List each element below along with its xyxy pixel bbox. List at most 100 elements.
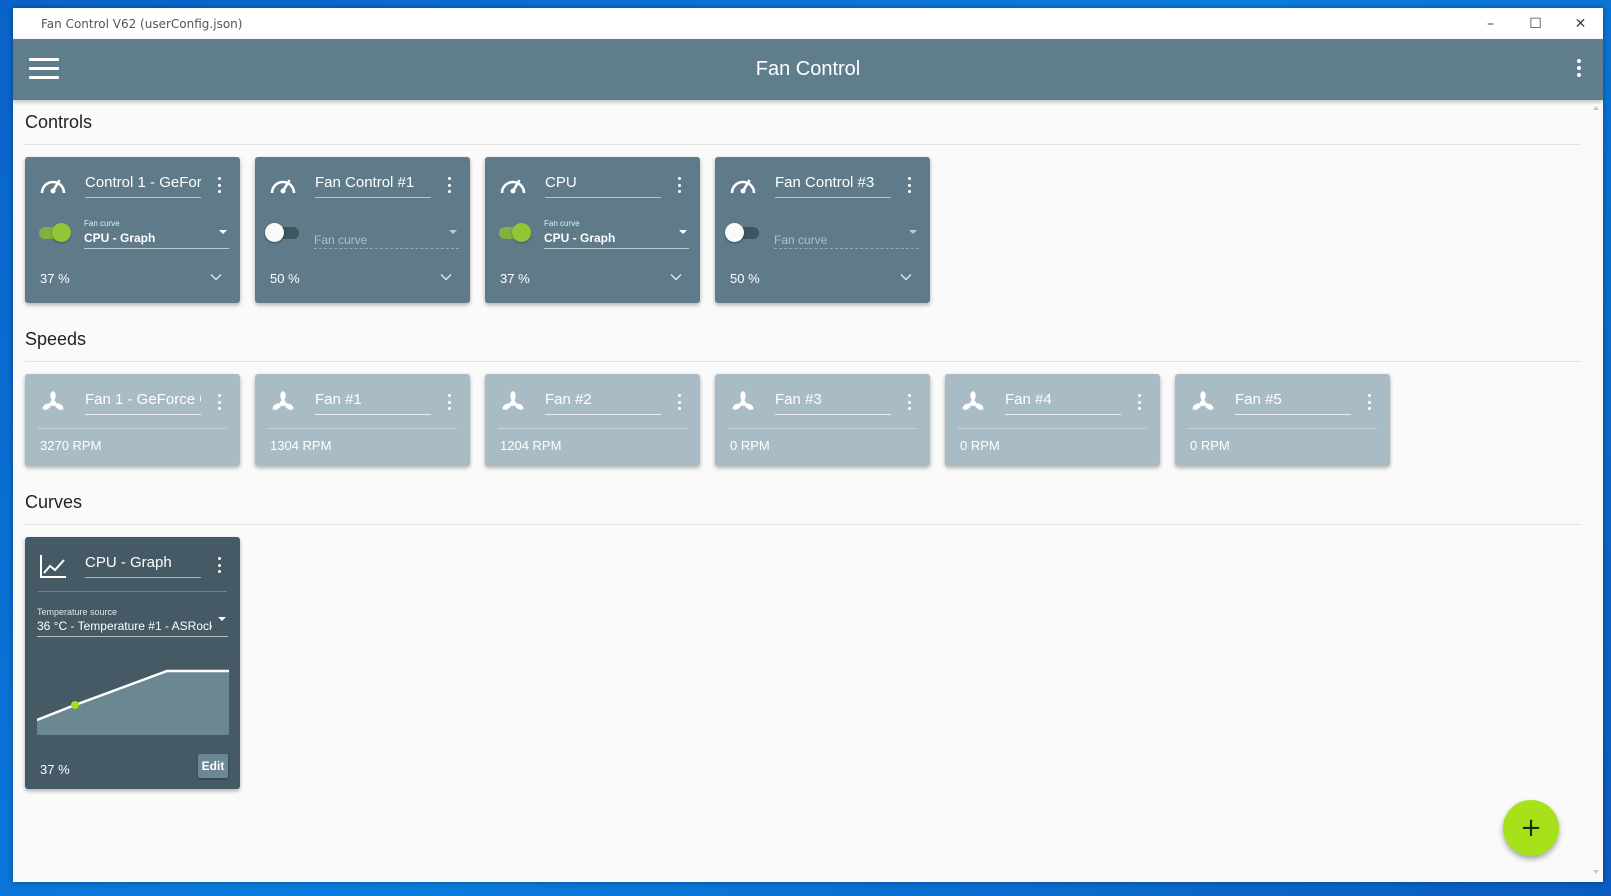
control-card: Control 1 - GeForce Fan curve CPU - Grap… (25, 157, 240, 303)
edit-curve-button[interactable]: Edit (198, 754, 228, 778)
fan-name[interactable]: Fan #5 (1235, 391, 1351, 415)
more-vertical-icon[interactable] (1136, 394, 1142, 410)
fan-icon (732, 391, 754, 410)
gauge-icon (500, 179, 526, 194)
gauge-icon (730, 179, 756, 194)
fan-curve-placeholder: Fan curve (774, 233, 828, 247)
window-title: Fan Control V62 (userConfig.json) (41, 16, 243, 31)
fan-icon (42, 391, 64, 410)
more-vertical-icon[interactable] (446, 177, 452, 193)
fan-icon (1192, 391, 1214, 410)
app-bar: Fan Control (13, 39, 1603, 100)
chevron-down-icon[interactable] (900, 271, 912, 283)
more-vertical-icon[interactable] (676, 394, 682, 410)
control-name[interactable]: Fan Control #3 (775, 174, 891, 198)
chevron-down-icon[interactable] (210, 271, 222, 283)
control-percent: 37 % (40, 271, 70, 286)
more-vertical-icon[interactable] (216, 394, 222, 410)
fan-icon (272, 391, 294, 410)
gauge-icon (270, 179, 296, 194)
gauge-icon (40, 179, 66, 194)
fan-curve-label: Fan curve (544, 219, 580, 228)
fan-name[interactable]: Fan #4 (1005, 391, 1121, 415)
fan-curve-value: CPU - Graph (84, 231, 156, 245)
fan-curve-value: CPU - Graph (544, 231, 616, 245)
controls-row: Control 1 - GeForce Fan curve CPU - Grap… (25, 145, 1591, 303)
speed-card: Fan #2 1204 RPM (485, 374, 700, 466)
curve-card: CPU - Graph Temperature source 36 °C - T… (25, 537, 240, 789)
section-title-curves: Curves (25, 492, 83, 512)
main-content: Controls Control 1 - GeForce Fan curve C… (13, 100, 1603, 882)
fan-curve-label: Fan curve (84, 219, 120, 228)
temperature-source-label: Temperature source (37, 607, 118, 617)
curve-percent: 37 % (40, 762, 70, 777)
more-vertical-icon[interactable] (676, 177, 682, 193)
fan-rpm: 0 RPM (1190, 438, 1230, 453)
scroll-down-arrow-icon[interactable] (1593, 870, 1599, 874)
chevron-down-icon[interactable] (440, 271, 452, 283)
app-window: Fan Control V62 (userConfig.json) – ☐ ✕ … (13, 8, 1603, 882)
fan-rpm: 0 RPM (960, 438, 1000, 453)
minimize-button[interactable]: – (1468, 8, 1513, 39)
chart-line-icon (40, 555, 66, 578)
fan-curve-select[interactable]: Fan curve CPU - Graph (84, 217, 229, 249)
control-percent: 50 % (270, 271, 300, 286)
fan-name[interactable]: Fan #2 (545, 391, 661, 415)
curve-graph[interactable] (37, 645, 229, 737)
temperature-source-value: 36 °C - Temperature #1 - ASRock (37, 619, 212, 633)
speed-card: Fan #1 1304 RPM (255, 374, 470, 466)
curve-name[interactable]: CPU - Graph (85, 554, 201, 578)
more-vertical-icon[interactable] (1366, 394, 1372, 410)
add-button[interactable]: + (1503, 800, 1559, 856)
control-card: Fan Control #3 Fan curve 50 % (715, 157, 930, 303)
plus-icon: + (1520, 813, 1542, 843)
fan-name[interactable]: Fan #3 (775, 391, 891, 415)
section-title-speeds: Speeds (25, 329, 87, 349)
control-name[interactable]: Fan Control #1 (315, 174, 431, 198)
hamburger-icon[interactable] (29, 58, 59, 80)
fan-curve-select[interactable]: Fan curve (314, 217, 459, 249)
fan-name[interactable]: Fan #1 (315, 391, 431, 415)
control-name[interactable]: CPU (545, 174, 661, 198)
control-card: CPU Fan curve CPU - Graph 37 % (485, 157, 700, 303)
fan-rpm: 3270 RPM (40, 438, 102, 453)
temperature-source-select[interactable]: Temperature source 36 °C - Temperature #… (37, 605, 228, 637)
fan-curve-select[interactable]: Fan curve (774, 217, 919, 249)
control-enable-toggle[interactable] (39, 223, 71, 242)
app-title: Fan Control (755, 58, 861, 80)
chevron-down-icon[interactable] (670, 271, 682, 283)
control-enable-toggle[interactable] (725, 223, 759, 242)
control-name[interactable]: Control 1 - GeForce (85, 174, 201, 198)
fan-rpm: 1304 RPM (270, 438, 332, 453)
speed-card: Fan #4 0 RPM (945, 374, 1160, 466)
control-enable-toggle[interactable] (265, 223, 299, 242)
dropdown-arrow-icon (449, 230, 457, 234)
fan-curve-select[interactable]: Fan curve CPU - Graph (544, 217, 689, 249)
curve-current-point (71, 701, 79, 709)
control-percent: 50 % (730, 271, 760, 286)
more-vertical-icon[interactable] (446, 394, 452, 410)
fan-name[interactable]: Fan 1 - GeForce GTX (85, 391, 201, 415)
dropdown-arrow-icon (218, 617, 226, 621)
dropdown-arrow-icon (679, 230, 687, 234)
more-vertical-icon[interactable] (906, 177, 912, 193)
scroll-up-arrow-icon[interactable] (1593, 106, 1599, 110)
fan-rpm: 0 RPM (730, 438, 770, 453)
maximize-button[interactable]: ☐ (1513, 8, 1558, 39)
title-bar: Fan Control V62 (userConfig.json) – ☐ ✕ (13, 8, 1603, 39)
close-button[interactable]: ✕ (1558, 8, 1603, 39)
section-title-controls: Controls (25, 112, 93, 132)
control-card: Fan Control #1 Fan curve 50 % (255, 157, 470, 303)
curves-row: CPU - Graph Temperature source 36 °C - T… (25, 525, 1591, 789)
more-vertical-icon[interactable] (1575, 59, 1583, 77)
more-vertical-icon[interactable] (216, 177, 222, 193)
speed-card: Fan 1 - GeForce GTX 3270 RPM (25, 374, 240, 466)
more-vertical-icon[interactable] (906, 394, 912, 410)
fan-rpm: 1204 RPM (500, 438, 562, 453)
control-enable-toggle[interactable] (499, 223, 531, 242)
speeds-row: Fan 1 - GeForce GTX 3270 RPM Fan #1 1304… (25, 362, 1591, 466)
dropdown-arrow-icon (219, 230, 227, 234)
more-vertical-icon[interactable] (216, 557, 222, 573)
fan-icon (962, 391, 984, 410)
fan-curve-placeholder: Fan curve (314, 233, 368, 247)
